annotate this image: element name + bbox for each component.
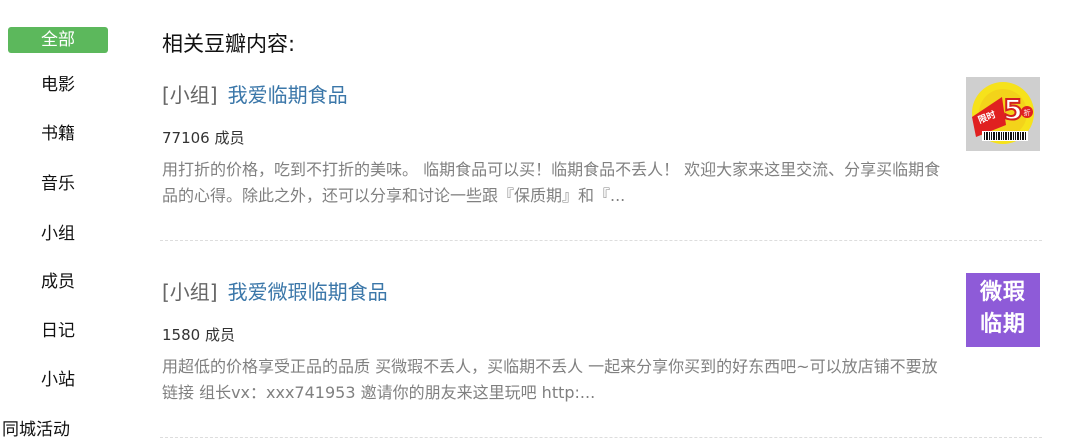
result-type-tag: [小组]: [162, 280, 218, 304]
results-column: 相关豆瓣内容: [小组] 我爱临期食品 77106 成员 用打折的价格，吃到不打折…: [160, 0, 1050, 441]
result-title[interactable]: [小组] 我爱微瑕临期食品: [162, 276, 388, 305]
result-description: 用超低的价格享受正品的品质 买微瑕不丢人，买临期不丢人 一起来分享你买到的好东西…: [162, 357, 938, 402]
sticker-suffix: 折: [1024, 108, 1031, 117]
nav-item-books[interactable]: 书籍: [8, 121, 108, 147]
result-title[interactable]: [小组] 我爱临期食品: [162, 79, 348, 108]
category-nav: 全部 电影 书籍 音乐 小组 成员 日记 小站 同城活动: [0, 0, 120, 441]
section-title: 相关豆瓣内容:: [162, 32, 296, 56]
thumbnail-label-line2: 临期: [979, 312, 1026, 337]
nav-item-diary[interactable]: 日记: [8, 318, 108, 344]
nav-item-members[interactable]: 成员: [8, 269, 108, 295]
search-results-page: 全部 电影 书籍 音乐 小组 成员 日记 小站 同城活动 相关豆瓣内容: [小组…: [0, 0, 1080, 441]
group-thumbnail[interactable]: 微瑕 临期: [966, 273, 1040, 347]
result-type-tag: [小组]: [162, 83, 218, 107]
thumbnail-label-line1: 微瑕: [979, 280, 1026, 305]
result-divider: [160, 437, 1042, 438]
group-thumbnail[interactable]: 限时 5 折: [966, 77, 1040, 151]
nav-item-sites[interactable]: 小站: [8, 367, 108, 393]
result-divider: [160, 240, 1042, 241]
nav-item-movies[interactable]: 电影: [8, 72, 108, 98]
nav-item-all[interactable]: 全部: [8, 27, 108, 53]
member-count: 1580 成员: [162, 326, 235, 344]
sticker-number: 5: [1003, 93, 1022, 126]
discount-sticker-icon: 限时 5 折: [966, 77, 1040, 151]
nav-item-local-events[interactable]: 同城活动: [0, 417, 122, 441]
result-title-link[interactable]: 我爱临期食品: [228, 83, 348, 107]
member-count: 77106 成员: [162, 129, 245, 147]
result-title-link[interactable]: 我爱微瑕临期食品: [228, 280, 388, 304]
nav-item-groups[interactable]: 小组: [8, 221, 108, 247]
nav-item-music[interactable]: 音乐: [8, 171, 108, 197]
result-description: 用打折的价格，吃到不打折的美味。 临期食品可以买！临期食品不丢人！ 欢迎大家来这…: [162, 160, 941, 205]
